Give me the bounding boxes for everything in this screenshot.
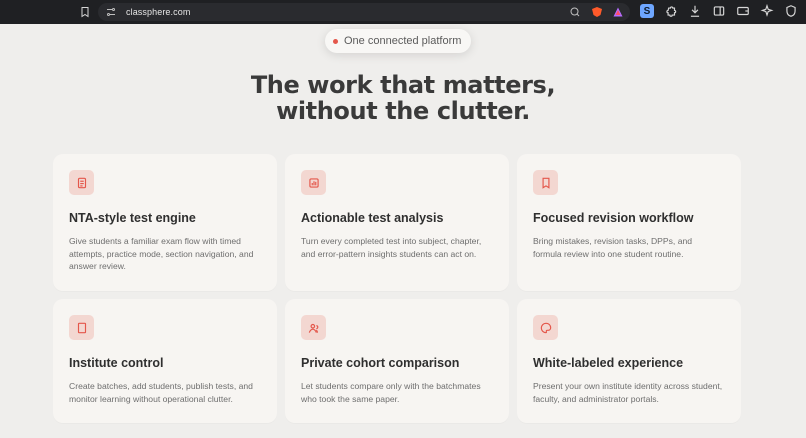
shield-icon[interactable] (784, 4, 798, 18)
feature-description: Give students a familiar exam flow with … (69, 236, 254, 271)
feature-description: Create batches, add students, publish te… (69, 381, 253, 404)
toolbar-left (0, 5, 98, 19)
page-content: One connected platform The work that mat… (0, 24, 806, 438)
brave-rewards-icon[interactable] (612, 6, 624, 18)
wallet-icon[interactable] (736, 4, 750, 18)
feature-title: NTA-style test engine (69, 211, 196, 225)
extensions-icon[interactable] (664, 4, 678, 18)
feature-card: White-labeled experience Present your ow… (517, 299, 741, 423)
feature-title: Actionable test analysis (301, 211, 444, 225)
feature-card: Focused revision workflow Bring mistakes… (517, 154, 741, 291)
brave-shields-icon[interactable] (592, 7, 602, 17)
feature-description: Turn every completed test into subject, … (301, 236, 482, 259)
address-bar[interactable]: classphere.com (98, 3, 630, 21)
extension-s-icon[interactable]: S (640, 4, 654, 18)
feature-card: Private cohort comparison Let students c… (285, 299, 509, 423)
url-text: classphere.com (126, 7, 191, 17)
building-icon (69, 315, 94, 340)
sidebar-icon[interactable] (712, 4, 726, 18)
feature-card: Institute control Create batches, add st… (53, 299, 277, 423)
feature-title: Focused revision workflow (533, 211, 694, 225)
feature-title: Private cohort comparison (301, 356, 460, 370)
platform-pill: One connected platform (325, 29, 472, 53)
palette-icon (533, 315, 558, 340)
address-right (568, 5, 624, 19)
page-title: The work that matters, without the clutt… (250, 71, 556, 125)
ai-sparkle-icon[interactable] (760, 4, 774, 18)
feature-title: Institute control (69, 356, 164, 370)
document-icon (69, 170, 94, 195)
bookmark-icon[interactable] (78, 5, 92, 19)
site-settings-icon[interactable] (104, 5, 118, 19)
feature-title: White-labeled experience (533, 356, 684, 370)
zoom-icon[interactable] (568, 5, 582, 19)
feature-card: Actionable test analysis Turn every comp… (285, 154, 509, 291)
status-dot (333, 38, 338, 44)
feature-description: Let students compare only with the batch… (301, 381, 481, 404)
feature-card: NTA-style test engine Give students a fa… (53, 154, 277, 291)
chart-icon (301, 170, 326, 195)
platform-pill-label: One connected platform (344, 35, 462, 47)
download-icon[interactable] (688, 4, 702, 18)
feature-grid: NTA-style test engine Give students a fa… (53, 154, 741, 423)
feature-description: Bring mistakes, revision tasks, DPPs, an… (533, 236, 693, 259)
users-icon (301, 315, 326, 340)
browser-toolbar: classphere.com S (0, 0, 806, 24)
toolbar-right: S (640, 4, 798, 18)
bookmark-icon (533, 170, 558, 195)
feature-description: Present your own institute identity acro… (533, 381, 723, 404)
